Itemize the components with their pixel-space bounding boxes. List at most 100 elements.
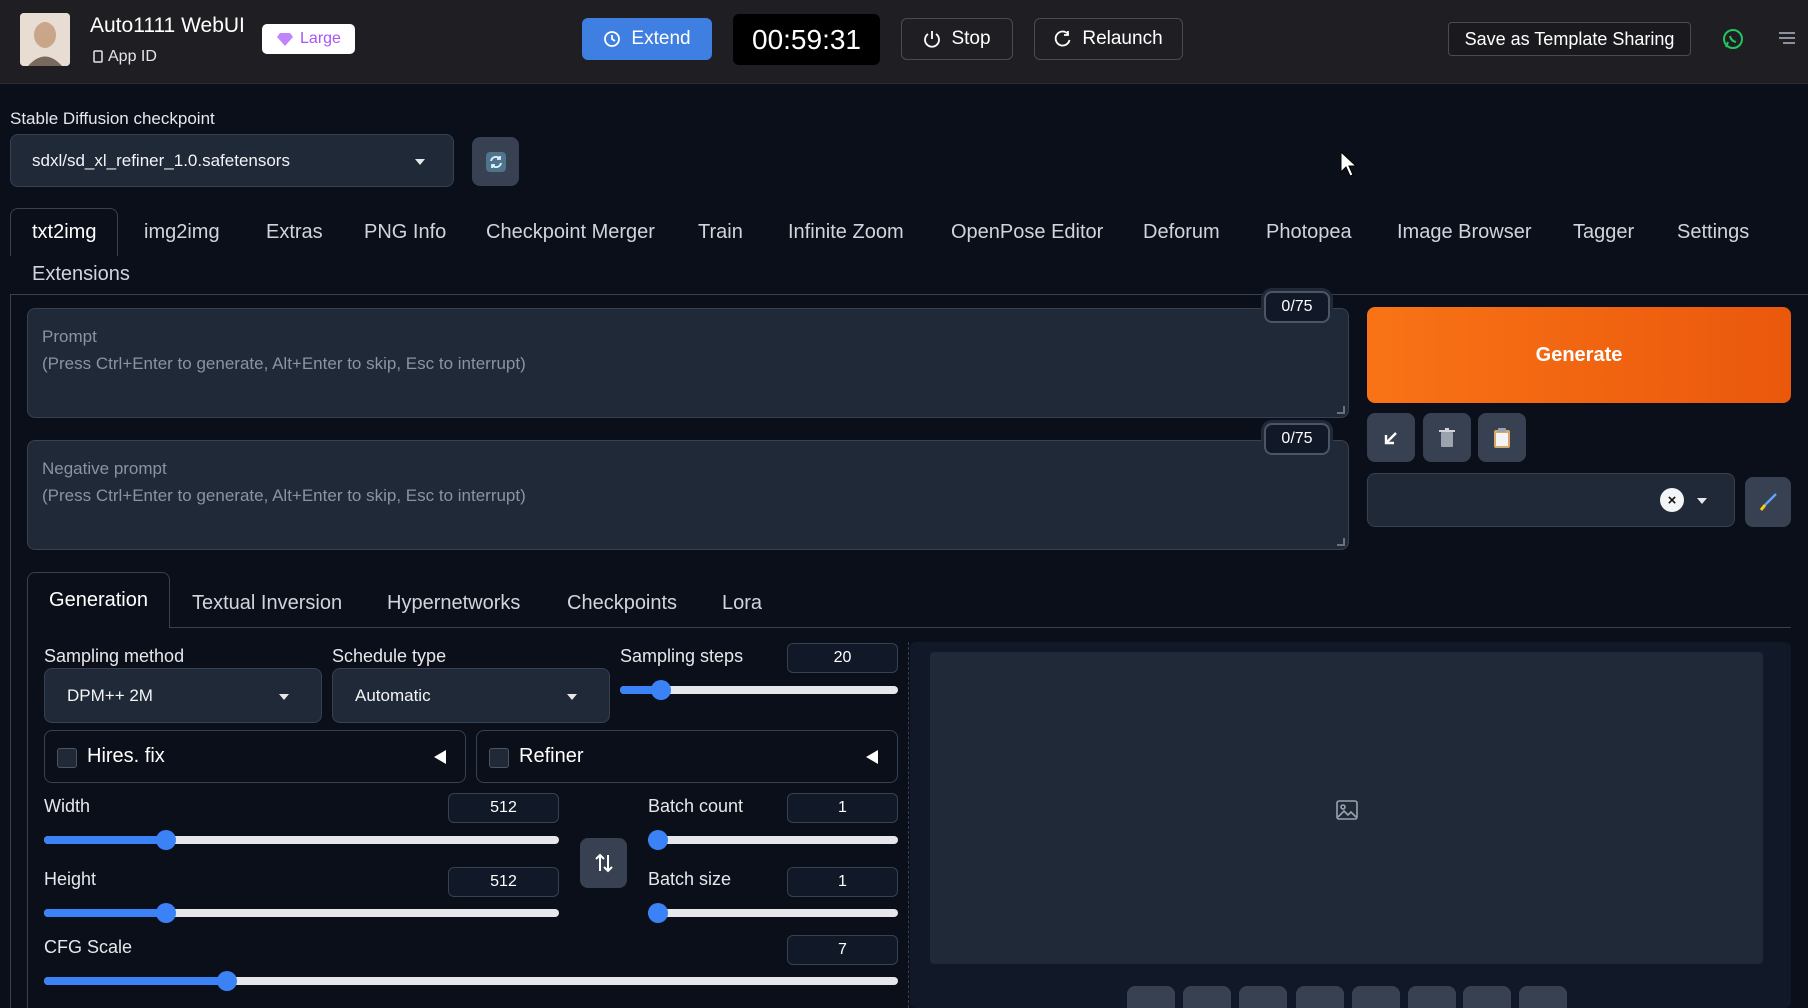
batch-count-label: Batch count xyxy=(648,796,744,816)
sampling-method-value: DPM++ 2M xyxy=(67,685,153,705)
subtab-checkpoints[interactable]: Checkpoints xyxy=(567,592,677,615)
subtab-hypernetworks[interactable]: Hypernetworks xyxy=(387,592,520,615)
cfg-scale-slider[interactable] xyxy=(44,971,898,991)
width-input[interactable]: 512 xyxy=(448,793,559,823)
send-to-img2img-button[interactable] xyxy=(1296,986,1344,1008)
tab-photopea[interactable]: Photopea xyxy=(1266,221,1352,244)
zip-button[interactable] xyxy=(1239,986,1287,1008)
hires-fix-label: Hires. fix xyxy=(87,745,165,767)
open-folder-button[interactable] xyxy=(1127,986,1175,1008)
refresh-checkpoint-button[interactable] xyxy=(472,137,519,186)
subtab-lora[interactable]: Lora xyxy=(722,592,762,615)
tab-deforum[interactable]: Deforum xyxy=(1143,221,1220,244)
collapse-arrow-icon[interactable] xyxy=(434,750,446,764)
batch-count-slider[interactable] xyxy=(648,830,898,850)
chevron-down-icon xyxy=(1697,498,1707,504)
tab-checkpoint-merger[interactable]: Checkpoint Merger xyxy=(486,221,655,244)
size-badge-label: Large xyxy=(300,30,341,47)
checkpoint-dropdown[interactable]: sdxl/sd_xl_refiner_1.0.safetensors xyxy=(10,134,454,187)
height-slider[interactable] xyxy=(44,903,559,923)
checkpoint-label: Stable Diffusion checkpoint xyxy=(10,109,215,128)
menu-icon[interactable] xyxy=(1778,30,1796,48)
height-input[interactable]: 512 xyxy=(448,867,559,897)
save-button[interactable] xyxy=(1183,986,1231,1008)
tab-openpose-editor[interactable]: OpenPose Editor xyxy=(951,221,1103,244)
batch-size-input[interactable]: 1 xyxy=(787,867,898,897)
refiner-accordion[interactable]: Refiner xyxy=(476,730,898,783)
hires-fix-checkbox[interactable] xyxy=(57,748,77,768)
tab-txt2img[interactable]: txt2img xyxy=(10,208,119,256)
schedule-type-dropdown[interactable]: Automatic xyxy=(332,668,610,723)
sampling-steps-slider[interactable] xyxy=(620,680,898,700)
hires-fix-accordion[interactable]: Hires. fix xyxy=(44,730,466,783)
whatsapp-icon[interactable] xyxy=(1722,28,1744,50)
slider-handle[interactable] xyxy=(651,680,671,700)
session-timer: 00:59:31 xyxy=(733,14,880,65)
top-bar: Auto1111 WebUI App ID Large Extend 00:59… xyxy=(0,0,1808,84)
clear-styles-button[interactable]: × xyxy=(1660,488,1684,512)
cfg-scale-input[interactable]: 7 xyxy=(787,935,898,965)
copy-icon xyxy=(93,50,103,63)
stop-button[interactable]: Stop xyxy=(901,18,1013,60)
app-avatar xyxy=(20,13,70,66)
sampling-method-dropdown[interactable]: DPM++ 2M xyxy=(44,668,322,723)
app-id-link[interactable]: App ID xyxy=(92,48,157,66)
app-title: Auto1111 WebUI xyxy=(90,14,245,37)
slider-handle[interactable] xyxy=(648,830,668,850)
collapse-arrow-icon[interactable] xyxy=(866,750,878,764)
apply-styles-button[interactable] xyxy=(1478,413,1526,462)
width-slider[interactable] xyxy=(44,830,559,850)
send-to-inpaint-button[interactable] xyxy=(1352,986,1400,1008)
slider-handle[interactable] xyxy=(156,903,176,923)
chevron-down-icon xyxy=(567,694,577,700)
tab-extensions[interactable]: Extensions xyxy=(32,263,130,286)
send-to-extras-button[interactable] xyxy=(1408,986,1456,1008)
edit-styles-button[interactable] xyxy=(1745,477,1791,527)
arrow-down-left-icon xyxy=(1384,431,1397,444)
prompt-token-counter: 0/75 xyxy=(1264,291,1330,323)
clock-icon xyxy=(604,31,621,47)
save-template-button[interactable]: Save as Template Sharing xyxy=(1448,22,1691,56)
height-label: Height xyxy=(44,869,97,889)
slider-handle[interactable] xyxy=(156,830,176,850)
send-to-photopea-button[interactable] xyxy=(1519,986,1567,1008)
swap-dimensions-button[interactable] xyxy=(580,838,627,888)
slider-handle[interactable] xyxy=(217,971,237,991)
refresh-icon xyxy=(485,151,506,172)
subtab-divider xyxy=(170,627,1791,628)
clear-prompt-button[interactable] xyxy=(1423,413,1471,462)
tab-img2img[interactable]: img2img xyxy=(144,221,220,244)
batch-size-slider[interactable] xyxy=(648,903,898,923)
resize-handle-icon[interactable] xyxy=(1337,406,1345,414)
refiner-checkbox[interactable] xyxy=(489,748,509,768)
schedule-type-value: Automatic xyxy=(355,685,431,705)
sampling-steps-input[interactable]: 20 xyxy=(787,643,898,673)
tab-settings[interactable]: Settings xyxy=(1677,221,1749,244)
chevron-down-icon xyxy=(279,694,289,700)
tab-tagger[interactable]: Tagger xyxy=(1573,221,1634,244)
upscale-button[interactable] xyxy=(1463,986,1511,1008)
tab-infinite-zoom[interactable]: Infinite Zoom xyxy=(788,221,904,244)
tab-image-browser[interactable]: Image Browser xyxy=(1397,221,1532,244)
app-id-label: App ID xyxy=(108,48,157,65)
tab-train[interactable]: Train xyxy=(698,221,743,244)
checkpoint-value: sdxl/sd_xl_refiner_1.0.safetensors xyxy=(32,150,290,170)
subtab-generation[interactable]: Generation xyxy=(27,572,170,628)
subtab-textual-inversion[interactable]: Textual Inversion xyxy=(192,592,342,615)
batch-size-label: Batch size xyxy=(648,869,732,889)
read-params-button[interactable] xyxy=(1367,413,1415,462)
relaunch-button[interactable]: Relaunch xyxy=(1034,18,1183,60)
generate-button[interactable]: Generate xyxy=(1367,307,1791,403)
negative-prompt-token-counter: 0/75 xyxy=(1264,423,1330,455)
extend-button[interactable]: Extend xyxy=(582,18,712,60)
mouse-cursor-icon xyxy=(1340,151,1358,177)
tab-png-info[interactable]: PNG Info xyxy=(364,221,446,244)
tab-extras[interactable]: Extras xyxy=(266,221,323,244)
batch-count-input[interactable]: 1 xyxy=(787,793,898,823)
negative-prompt-input[interactable]: Negative prompt (Press Ctrl+Enter to gen… xyxy=(27,440,1349,550)
paintbrush-icon xyxy=(1759,493,1777,511)
prompt-input[interactable]: Prompt (Press Ctrl+Enter to generate, Al… xyxy=(27,308,1349,418)
resize-handle-icon[interactable] xyxy=(1337,538,1345,546)
slider-handle[interactable] xyxy=(648,903,668,923)
schedule-type-label: Schedule type xyxy=(332,646,447,666)
